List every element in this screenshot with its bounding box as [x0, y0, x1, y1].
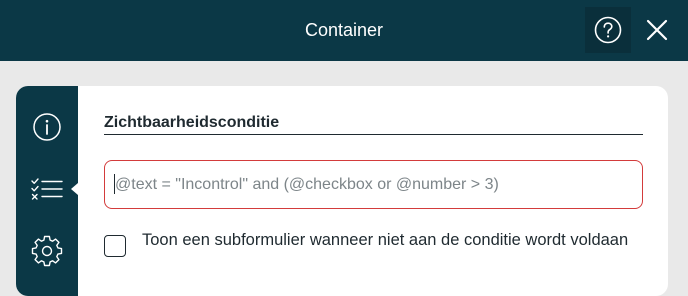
subform-checkbox-label[interactable]: Toon een subformulier wanneer niet aan d…	[142, 229, 642, 251]
close-button[interactable]	[635, 7, 679, 53]
section-divider	[104, 134, 643, 135]
modal-header: Container	[0, 0, 688, 61]
info-icon	[33, 113, 61, 141]
subform-checkbox[interactable]	[104, 235, 126, 257]
settings-panel: Zichtbaarheidsconditie Toon een subformu…	[16, 86, 668, 296]
rail-item-settings[interactable]	[16, 227, 78, 275]
close-icon	[646, 19, 668, 41]
rail-item-info[interactable]	[16, 103, 78, 151]
text-caret	[114, 174, 115, 194]
question-circle-icon	[594, 16, 622, 44]
checklist-icon	[31, 178, 63, 200]
condition-input[interactable]	[104, 160, 643, 209]
help-button[interactable]	[585, 7, 631, 53]
section-title: Zichtbaarheidsconditie	[104, 114, 280, 131]
active-indicator	[71, 183, 78, 195]
rail-item-conditions[interactable]	[16, 165, 78, 213]
gear-icon	[31, 235, 63, 267]
side-rail	[16, 86, 78, 296]
